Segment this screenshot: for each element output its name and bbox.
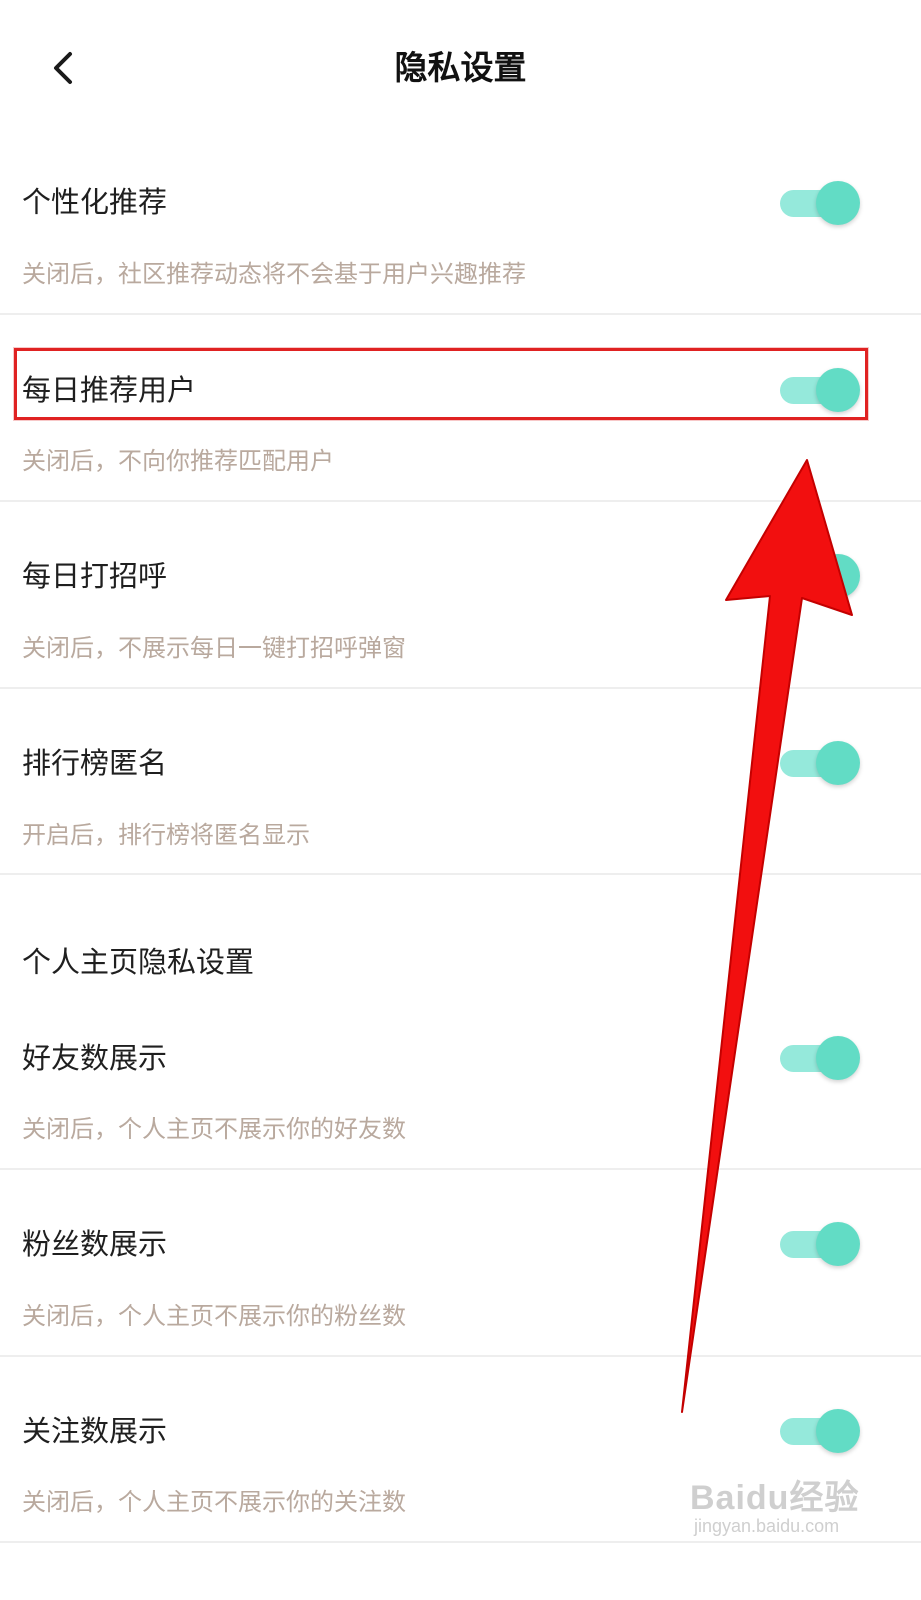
- setting-desc-daily-users: 关闭后，不向你推荐匹配用户: [22, 447, 334, 475]
- setting-desc-leaderboard: 开启后，排行榜将匿名显示: [22, 821, 310, 849]
- setting-label-following-count: 关注数展示: [22, 1414, 168, 1448]
- divider: [0, 873, 921, 875]
- watermark-url: jingyan.baidu.com: [694, 1516, 840, 1536]
- toggle-knob: [816, 554, 860, 598]
- toggle-daily-greeting[interactable]: [780, 554, 860, 598]
- toggle-personalized-recommendation[interactable]: [780, 181, 860, 225]
- setting-desc-fans-count: 关闭后，个人主页不展示你的粉丝数: [22, 1302, 406, 1330]
- setting-label-fans-count: 粉丝数展示: [22, 1227, 168, 1261]
- divider: [0, 1355, 921, 1357]
- annotation-arrow: [681, 459, 853, 1413]
- setting-label-personalized: 个性化推荐: [22, 185, 168, 219]
- arrow-shape: [681, 459, 853, 1413]
- page-title: 隐私设置: [394, 48, 527, 87]
- setting-label-leaderboard: 排行榜匿名: [22, 746, 168, 780]
- setting-desc-friends-count: 关闭后，个人主页不展示你的好友数: [22, 1115, 406, 1143]
- toggle-fans-count[interactable]: [780, 1222, 860, 1266]
- toggle-knob: [816, 1222, 860, 1266]
- header-bar: 隐私设置: [0, 0, 921, 140]
- baidu-watermark: Baidu经验 jingyan.baidu.com: [690, 1470, 890, 1550]
- toggle-knob: [816, 181, 860, 225]
- toggle-leaderboard-anonymous[interactable]: [780, 741, 860, 785]
- setting-desc-daily-greeting: 关闭后，不展示每日一键打招呼弹窗: [22, 634, 406, 662]
- section-title-profile-privacy: 个人主页隐私设置: [22, 945, 255, 979]
- setting-desc-personalized: 关闭后，社区推荐动态将不会基于用户兴趣推荐: [22, 260, 526, 288]
- watermark-brand: Baidu经验: [690, 1479, 860, 1517]
- toggle-friends-count[interactable]: [780, 1036, 860, 1080]
- toggle-knob: [816, 1036, 860, 1080]
- toggle-knob: [816, 741, 860, 785]
- annotation-highlight-box: [14, 348, 868, 420]
- divider: [0, 500, 921, 502]
- setting-label-daily-greeting: 每日打招呼: [22, 559, 168, 593]
- divider: [0, 313, 921, 315]
- setting-label-friends-count: 好友数展示: [22, 1041, 168, 1075]
- toggle-following-count[interactable]: [780, 1409, 860, 1453]
- setting-desc-following-count: 关闭后，个人主页不展示你的关注数: [22, 1488, 406, 1516]
- toggle-knob: [816, 1409, 860, 1453]
- divider: [0, 687, 921, 689]
- divider: [0, 1168, 921, 1170]
